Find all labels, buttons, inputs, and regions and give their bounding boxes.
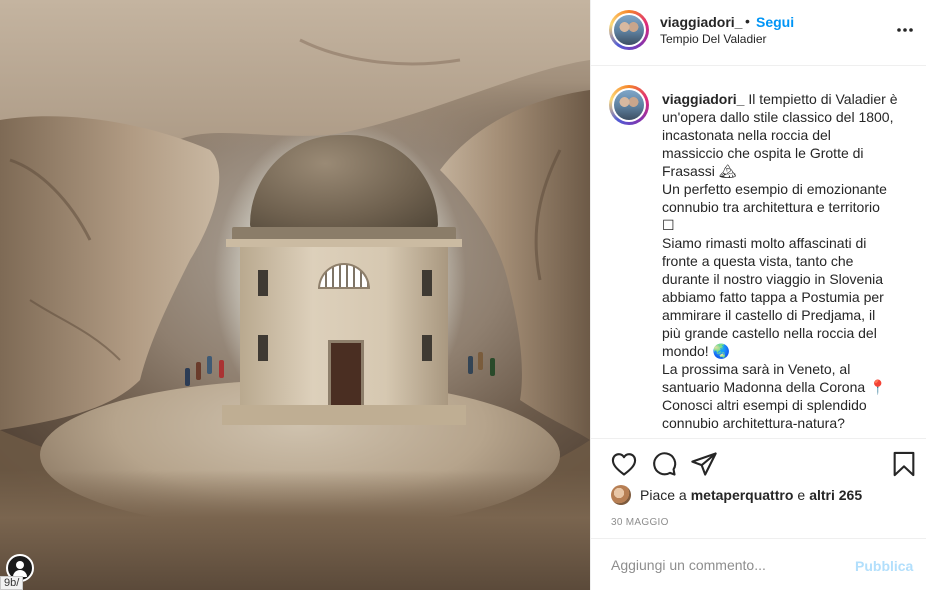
temple-steps (222, 405, 466, 425)
comment-box: Pubblica (591, 538, 926, 590)
likes-others-link[interactable]: altri 265 (809, 487, 862, 503)
caption-line: un'opera dallo stile classico del 1800, (662, 109, 894, 125)
caption-line: viaggiadori_ Il tempietto di Valadier è (662, 90, 914, 108)
post-side-panel: viaggiadori_ • Segui Tempio Del Valadier… (590, 0, 926, 590)
caption-line: durante il nostro viaggio in Slovenia (662, 271, 884, 287)
caption-line: La prossima sarà in Veneto, al (662, 361, 851, 377)
post-header: viaggiadori_ • Segui Tempio Del Valadier (591, 0, 926, 66)
caption-line: ammirare il castello di Predjama, il (662, 307, 876, 323)
caption-line: Frasassi 🏔 (662, 163, 737, 179)
likes-summary: Piace a metaperquattro e altri 265 (611, 485, 862, 505)
avatar-picture (614, 90, 644, 120)
temple-window (258, 270, 268, 296)
caption-line: incastonata nella roccia del (662, 127, 831, 143)
caption-line: abbiamo fatto tappa a Postumia per (662, 289, 884, 305)
caption-line-text: Il tempietto di Valadier è (748, 91, 898, 107)
caption-section: viaggiadori_ Il tempietto di Valadier è … (591, 66, 926, 438)
cave-floor (0, 470, 590, 590)
author-avatar[interactable] (609, 10, 649, 50)
likes-prefix: Piace a (640, 487, 687, 503)
caption-line: più grande castello nella roccia del (662, 325, 877, 341)
comment-icon[interactable] (650, 450, 678, 478)
temple-door (328, 340, 364, 412)
post-photo[interactable]: 9b/ (0, 0, 590, 590)
follow-button[interactable]: Segui (756, 14, 794, 30)
temple-cornice (226, 239, 462, 247)
valadier-temple (222, 135, 466, 425)
user-head-shape (16, 561, 24, 569)
post-location[interactable]: Tempio Del Valadier (660, 32, 767, 46)
temple-window (422, 270, 432, 296)
author-username[interactable]: viaggiadori_ (660, 14, 742, 30)
post-date[interactable]: 30 MAGGIO (611, 517, 669, 528)
caption-line: Siamo rimasti molto affascinati di (662, 235, 867, 251)
caption-line: fronte a questa vista, tanto che (662, 253, 854, 269)
caption-line: Un perfetto esempio di emozionante (662, 181, 887, 197)
more-horizontal-icon[interactable] (893, 20, 917, 40)
caption-line: santuario Madonna della Corona 📍 (662, 379, 887, 395)
temple-dome (250, 135, 438, 230)
caption-username[interactable]: viaggiadori_ (662, 91, 744, 107)
post-actions: Piace a metaperquattro e altri 265 30 MA… (591, 438, 926, 538)
heart-icon[interactable] (610, 450, 638, 478)
caption-line: connubio tra architettura e territorio (662, 199, 880, 215)
publish-button[interactable]: Pubblica (855, 558, 913, 574)
header-separator: • (745, 13, 750, 29)
liker-avatar[interactable] (611, 485, 631, 505)
comment-input[interactable] (611, 557, 841, 573)
temple-window (422, 335, 432, 361)
liker-username[interactable]: metaperquattro (691, 487, 794, 503)
share-icon[interactable] (690, 450, 718, 478)
caption-author-avatar[interactable] (609, 85, 649, 125)
caption-line: massiccio che ospita le Grotte di (662, 145, 864, 161)
status-bar-url: 9b/ (0, 576, 24, 590)
temple-window (258, 335, 268, 361)
caption-line: connubio architettura-natura? (662, 415, 845, 431)
caption-line: mondo! 🌏 (662, 343, 731, 359)
caption-line: Conosci altri esempi di splendido (662, 397, 867, 413)
avatar-picture (614, 15, 644, 45)
caption-text: viaggiadori_ Il tempietto di Valadier è … (662, 90, 914, 432)
likes-conjunction: e (797, 487, 806, 503)
bookmark-icon[interactable] (890, 450, 918, 478)
caption-line: ☐ (662, 217, 675, 233)
